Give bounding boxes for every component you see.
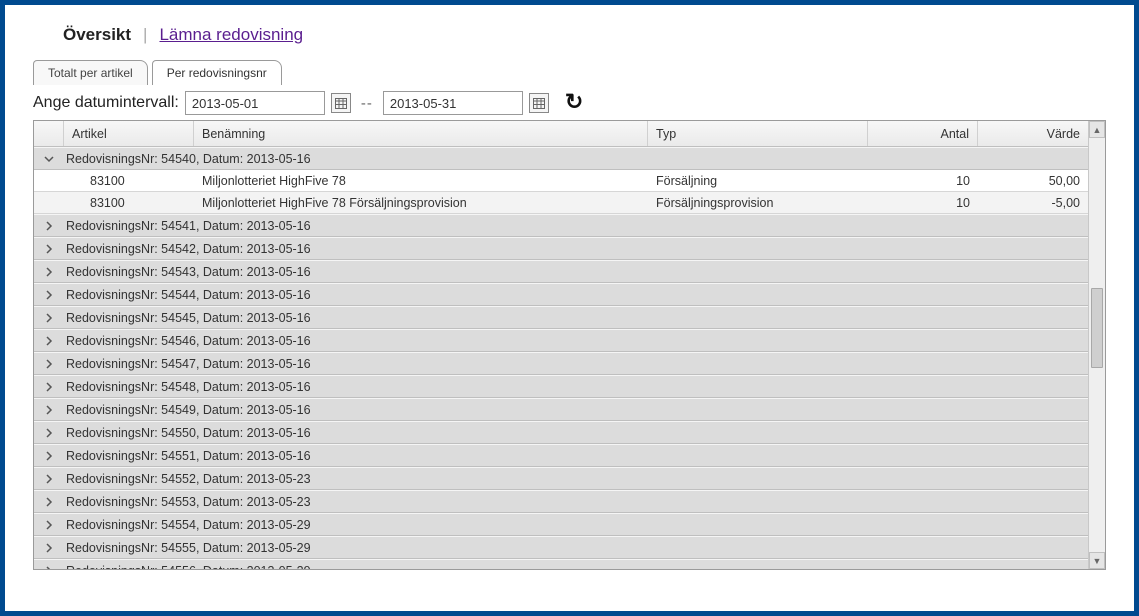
col-header-artikel[interactable]: Artikel (64, 121, 194, 146)
cell-typ: Försäljningsprovision (648, 192, 868, 213)
date-to-input[interactable] (383, 91, 523, 115)
col-header-typ[interactable]: Typ (648, 121, 868, 146)
cell-antal: 10 (868, 170, 978, 191)
chevron-right-icon (34, 497, 64, 507)
nav-submit-link[interactable]: Lämna redovisning (159, 25, 303, 45)
chevron-right-icon (34, 359, 64, 369)
group-row-collapsed[interactable]: RedovisningsNr: 54551, Datum: 2013-05-16 (34, 444, 1088, 467)
group-row-collapsed[interactable]: RedovisningsNr: 54543, Datum: 2013-05-16 (34, 260, 1088, 283)
scroll-up-icon[interactable]: ▲ (1089, 121, 1105, 138)
col-header-benamning[interactable]: Benämning (194, 121, 648, 146)
cell-varde: 50,00 (978, 170, 1088, 191)
group-label: RedovisningsNr: 54548, Datum: 2013-05-16 (64, 380, 311, 394)
table-row[interactable]: 83100 Miljonlotteriet HighFive 78 Försäl… (34, 192, 1088, 214)
cell-artikel: 83100 (64, 192, 194, 213)
col-header-varde[interactable]: Värde (978, 121, 1088, 146)
vertical-scrollbar[interactable]: ▲ ▼ (1088, 121, 1105, 569)
group-row-collapsed[interactable]: RedovisningsNr: 54546, Datum: 2013-05-16 (34, 329, 1088, 352)
scrollbar-thumb[interactable] (1091, 288, 1103, 368)
group-row-collapsed[interactable]: RedovisningsNr: 54541, Datum: 2013-05-16 (34, 214, 1088, 237)
group-row-collapsed[interactable]: RedovisningsNr: 54555, Datum: 2013-05-29 (34, 536, 1088, 559)
col-header-antal[interactable]: Antal (868, 121, 978, 146)
group-label: RedovisningsNr: 54550, Datum: 2013-05-16 (64, 426, 311, 440)
nav-overview-label: Översikt (63, 25, 131, 45)
group-row-collapsed[interactable]: RedovisningsNr: 54544, Datum: 2013-05-16 (34, 283, 1088, 306)
group-row-collapsed[interactable]: RedovisningsNr: 54547, Datum: 2013-05-16 (34, 352, 1088, 375)
group-label: RedovisningsNr: 54551, Datum: 2013-05-16 (64, 449, 311, 463)
chevron-right-icon (34, 382, 64, 392)
group-label: RedovisningsNr: 54554, Datum: 2013-05-29 (64, 518, 311, 532)
date-filter-label: Ange datumintervall: (33, 94, 179, 112)
group-row-collapsed[interactable]: RedovisningsNr: 54550, Datum: 2013-05-16 (34, 421, 1088, 444)
data-grid: Artikel Benämning Typ Antal Värde Redovi… (33, 120, 1106, 570)
group-label: RedovisningsNr: 54553, Datum: 2013-05-23 (64, 495, 311, 509)
chevron-right-icon (34, 244, 64, 254)
group-label: RedovisningsNr: 54545, Datum: 2013-05-16 (64, 311, 311, 325)
chevron-right-icon (34, 290, 64, 300)
calendar-to-icon[interactable] (529, 93, 549, 113)
group-label: RedovisningsNr: 54547, Datum: 2013-05-16 (64, 357, 311, 371)
table-row[interactable]: 83100 Miljonlotteriet HighFive 78 Försäl… (34, 170, 1088, 192)
chevron-right-icon (34, 451, 64, 461)
chevron-right-icon (34, 313, 64, 323)
cell-typ: Försäljning (648, 170, 868, 191)
grid-header-row: Artikel Benämning Typ Antal Värde (34, 121, 1088, 147)
cell-benamning: Miljonlotteriet HighFive 78 Försäljnings… (194, 192, 648, 213)
cell-benamning: Miljonlotteriet HighFive 78 (194, 170, 648, 191)
cell-varde: -5,00 (978, 192, 1088, 213)
date-filter-row: Ange datumintervall: -- ↻ (33, 90, 1106, 116)
group-label: RedovisningsNr: 54542, Datum: 2013-05-16 (64, 242, 311, 256)
chevron-right-icon (34, 566, 64, 570)
scroll-down-icon[interactable]: ▼ (1089, 552, 1105, 569)
chevron-right-icon (34, 543, 64, 553)
chevron-right-icon (34, 520, 64, 530)
group-row-collapsed[interactable]: RedovisningsNr: 54554, Datum: 2013-05-29 (34, 513, 1088, 536)
group-label: RedovisningsNr: 54556, Datum: 2013-05-29 (64, 564, 311, 570)
group-row-collapsed[interactable]: RedovisningsNr: 54549, Datum: 2013-05-16 (34, 398, 1088, 421)
chevron-right-icon (34, 267, 64, 277)
group-label: RedovisningsNr: 54549, Datum: 2013-05-16 (64, 403, 311, 417)
group-label: RedovisningsNr: 54546, Datum: 2013-05-16 (64, 334, 311, 348)
tab-totalt-per-artikel[interactable]: Totalt per artikel (33, 60, 148, 85)
chevron-right-icon (34, 336, 64, 346)
group-label: RedovisningsNr: 54541, Datum: 2013-05-16 (64, 219, 311, 233)
group-label: RedovisningsNr: 54552, Datum: 2013-05-23 (64, 472, 311, 486)
cell-antal: 10 (868, 192, 978, 213)
group-row-collapsed[interactable]: RedovisningsNr: 54556, Datum: 2013-05-29 (34, 559, 1088, 569)
calendar-from-icon[interactable] (331, 93, 351, 113)
group-row-collapsed[interactable]: RedovisningsNr: 54542, Datum: 2013-05-16 (34, 237, 1088, 260)
group-row-collapsed[interactable]: RedovisningsNr: 54552, Datum: 2013-05-23 (34, 467, 1088, 490)
nav-separator: | (143, 25, 147, 45)
group-row-collapsed[interactable]: RedovisningsNr: 54545, Datum: 2013-05-16 (34, 306, 1088, 329)
group-label: RedovisningsNr: 54544, Datum: 2013-05-16 (64, 288, 311, 302)
scrollbar-track[interactable] (1089, 138, 1105, 552)
cell-artikel: 83100 (64, 170, 194, 191)
group-row-collapsed[interactable]: RedovisningsNr: 54553, Datum: 2013-05-23 (34, 490, 1088, 513)
group-label: RedovisningsNr: 54543, Datum: 2013-05-16 (64, 265, 311, 279)
date-range-separator: -- (361, 95, 373, 112)
chevron-right-icon (34, 474, 64, 484)
refresh-icon[interactable]: ↻ (565, 89, 583, 115)
group-label: RedovisningsNr: 54540, Datum: 2013-05-16 (64, 152, 311, 166)
group-row-expanded[interactable]: RedovisningsNr: 54540, Datum: 2013-05-16 (34, 147, 1088, 170)
chevron-right-icon (34, 405, 64, 415)
tab-bar: Totalt per artikel Per redovisningsnr (33, 59, 1106, 84)
group-label: RedovisningsNr: 54555, Datum: 2013-05-29 (64, 541, 311, 555)
chevron-right-icon (34, 221, 64, 231)
group-row-collapsed[interactable]: RedovisningsNr: 54548, Datum: 2013-05-16 (34, 375, 1088, 398)
col-header-expand (34, 121, 64, 146)
tab-per-redovisningsnr[interactable]: Per redovisningsnr (152, 60, 282, 85)
date-from-input[interactable] (185, 91, 325, 115)
chevron-down-icon (34, 154, 64, 164)
chevron-right-icon (34, 428, 64, 438)
page-header-nav: Översikt | Lämna redovisning (63, 25, 1106, 45)
